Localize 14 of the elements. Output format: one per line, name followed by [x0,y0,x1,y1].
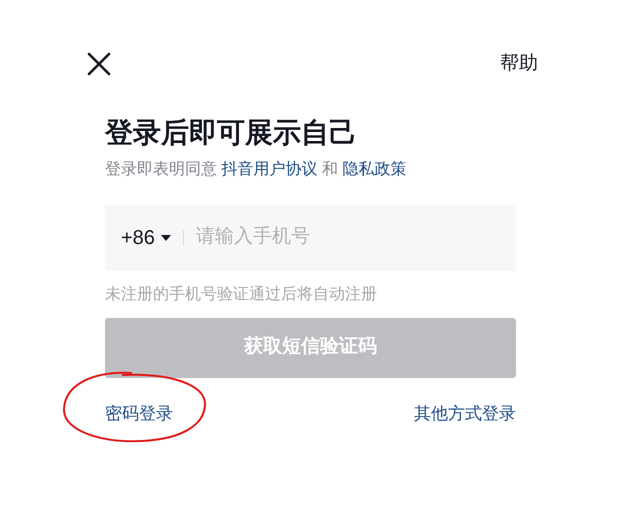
login-option-link[interactable]: 其他方式登录 [414,404,516,422]
close-button[interactable] [86,51,112,78]
user-agreement-link[interactable]: 抖音用户协议 [221,160,318,178]
phone-input[interactable]: 请输入手机号 [196,223,516,252]
phone-field[interactable]: +86 请输入手机号 [105,204,516,270]
help-link[interactable]: 帮助 [500,50,538,78]
hint-text: 未注册的手机号验证通过后将自动注册 [105,284,378,304]
country-code-selector[interactable]: +86 [121,222,171,252]
caret-icon [160,234,171,240]
close-icon [87,52,111,76]
agreement-text: 登录即表明同意 抖音用户协议 和 隐私政策 [105,160,408,180]
login-option-link[interactable]: 密码登录 [105,404,173,422]
privacy-policy-link[interactable]: 隐私政策 [342,160,406,178]
page-title: 登录后即可展示自己 [105,116,358,150]
